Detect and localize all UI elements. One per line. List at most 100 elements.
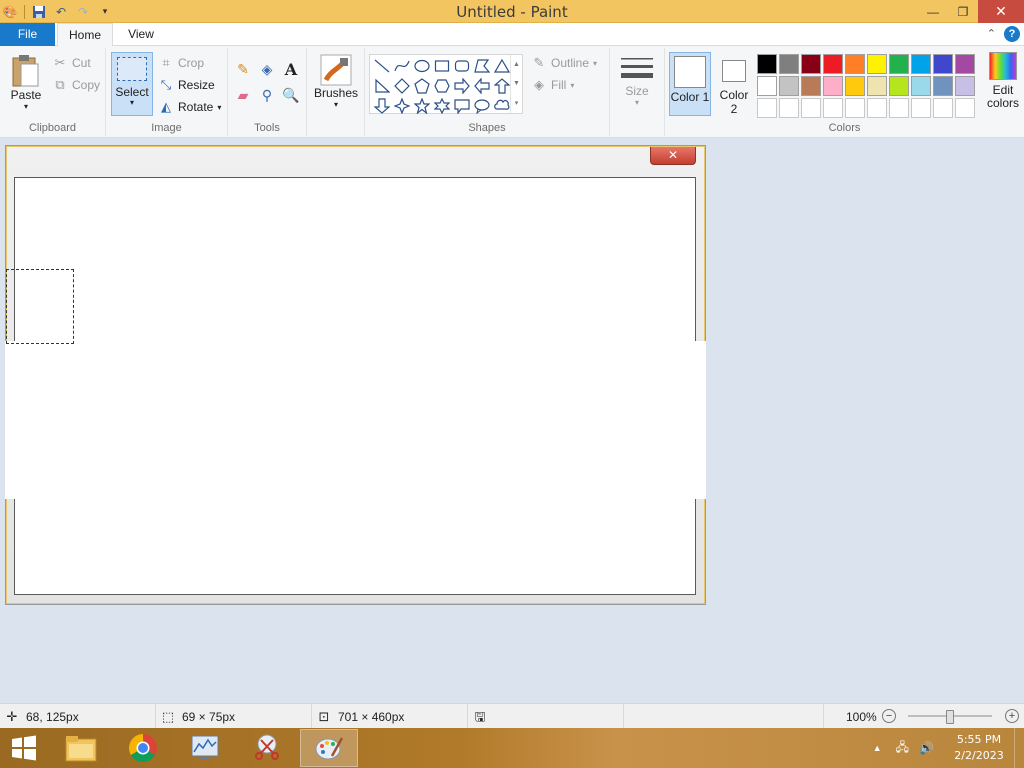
color-swatch[interactable] — [801, 54, 821, 74]
fill-button[interactable]: ◈ Fill ▾ — [531, 76, 574, 94]
color-picker-icon[interactable]: ⚲ — [258, 86, 276, 104]
color-swatch[interactable] — [823, 98, 843, 118]
tab-file[interactable]: File — [0, 23, 55, 46]
zoom-slider-thumb[interactable] — [946, 710, 954, 724]
color-swatch[interactable] — [757, 54, 777, 74]
show-hidden-icons-icon[interactable]: ▲ — [873, 743, 882, 753]
text-icon[interactable]: A — [282, 60, 300, 79]
triangle-shape-icon[interactable] — [492, 56, 512, 76]
color-swatch[interactable] — [867, 98, 887, 118]
color-swatch[interactable] — [911, 54, 931, 74]
eraser-icon[interactable]: ▰ — [234, 86, 252, 104]
tab-view[interactable]: View — [115, 23, 167, 46]
canvas-overlap-area[interactable] — [5, 341, 706, 499]
magnifier-icon[interactable]: 🔍 — [282, 86, 300, 104]
color-swatch[interactable] — [933, 54, 953, 74]
rotate-button[interactable]: ◭ Rotate ▾ — [158, 98, 221, 116]
color-swatch[interactable] — [867, 76, 887, 96]
tab-home[interactable]: Home — [57, 23, 113, 47]
four-point-star-shape-icon[interactable] — [392, 96, 412, 116]
paste-button[interactable]: Paste ▾ — [6, 54, 46, 111]
oval-callout-shape-icon[interactable] — [472, 96, 492, 116]
diamond-shape-icon[interactable] — [392, 76, 412, 96]
file-explorer-taskbar-button[interactable] — [52, 729, 110, 767]
color-swatch[interactable] — [955, 98, 975, 118]
right-arrow-shape-icon[interactable] — [452, 76, 472, 96]
chrome-taskbar-button[interactable] — [114, 729, 172, 767]
color1-button[interactable]: Color 1 — [669, 52, 711, 116]
curve-shape-icon[interactable] — [392, 56, 412, 76]
close-button[interactable]: ✕ — [978, 0, 1024, 23]
color-swatch[interactable] — [779, 76, 799, 96]
restore-button[interactable]: ❐ — [948, 0, 978, 23]
color-swatch[interactable] — [779, 54, 799, 74]
color-swatch[interactable] — [757, 98, 777, 118]
zoom-out-icon[interactable]: − — [882, 709, 896, 723]
select-button[interactable]: Select ▾ — [111, 52, 153, 116]
down-arrow-shape-icon[interactable] — [372, 96, 392, 116]
minimize-ribbon-icon[interactable]: ⌃ — [987, 27, 996, 40]
fill-icon[interactable]: ◈ — [258, 60, 276, 78]
rectangle-shape-icon[interactable] — [432, 56, 452, 76]
color-swatch[interactable] — [889, 98, 909, 118]
up-arrow-shape-icon[interactable] — [492, 76, 512, 96]
color-swatch[interactable] — [933, 98, 953, 118]
color2-button[interactable]: Color 2 — [715, 52, 753, 116]
start-button[interactable] — [0, 728, 48, 768]
color-swatch[interactable] — [801, 98, 821, 118]
color-swatch[interactable] — [889, 54, 909, 74]
scroll-up-icon[interactable]: ▲ — [513, 61, 520, 68]
color-swatch[interactable] — [955, 54, 975, 74]
polygon-shape-icon[interactable] — [472, 56, 492, 76]
color-swatch[interactable] — [867, 54, 887, 74]
network-icon[interactable]: 🖧 — [896, 738, 909, 759]
brushes-button[interactable]: Brushes ▾ — [314, 54, 358, 109]
pentagon-shape-icon[interactable] — [412, 76, 432, 96]
color-swatch[interactable] — [823, 76, 843, 96]
cut-button[interactable]: ✂ Cut — [52, 54, 91, 72]
left-arrow-shape-icon[interactable] — [472, 76, 492, 96]
color-swatch[interactable] — [889, 76, 909, 96]
color-swatch[interactable] — [955, 76, 975, 96]
edit-colors-button[interactable]: Edit colors — [985, 52, 1021, 110]
line-shape-icon[interactable] — [372, 56, 392, 76]
five-point-star-shape-icon[interactable] — [412, 96, 432, 116]
color-swatch[interactable] — [845, 98, 865, 118]
six-point-star-shape-icon[interactable] — [432, 96, 452, 116]
minimize-button[interactable]: — — [918, 0, 948, 23]
color-swatch[interactable] — [779, 98, 799, 118]
expand-gallery-icon[interactable]: ▾ — [515, 99, 519, 107]
outline-button[interactable]: ✎ Outline ▾ — [531, 54, 598, 72]
copy-button[interactable]: ⧉ Copy — [52, 76, 100, 94]
overlay-close-button[interactable]: ✕ — [650, 147, 696, 165]
color-swatch[interactable] — [933, 76, 953, 96]
crop-button[interactable]: ⌗ Crop — [158, 54, 204, 72]
shapes-scrollbar[interactable]: ▲ ▼ ▾ — [510, 55, 522, 113]
cloud-callout-shape-icon[interactable] — [492, 96, 512, 116]
color-swatch[interactable] — [911, 98, 931, 118]
zoom-in-icon[interactable]: + — [1005, 709, 1019, 723]
clock[interactable]: 5:55 PM 2/2/2023 — [944, 732, 1014, 764]
volume-icon[interactable]: 🔊 — [919, 741, 934, 755]
hexagon-shape-icon[interactable] — [432, 76, 452, 96]
help-icon[interactable]: ? — [1004, 26, 1020, 42]
color-swatch[interactable] — [911, 76, 931, 96]
paint-taskbar-button[interactable] — [300, 729, 358, 767]
pencil-icon[interactable]: ✎ — [234, 60, 252, 78]
size-button[interactable]: Size ▾ — [618, 54, 656, 107]
rect-callout-shape-icon[interactable] — [452, 96, 472, 116]
color-swatch[interactable] — [823, 54, 843, 74]
resize-button[interactable]: ⤡ Resize — [158, 76, 215, 94]
color-swatch[interactable] — [845, 76, 865, 96]
selection-rectangle[interactable] — [6, 269, 74, 344]
right-triangle-shape-icon[interactable] — [372, 76, 392, 96]
oval-shape-icon[interactable] — [412, 56, 432, 76]
color-swatch[interactable] — [757, 76, 777, 96]
rounded-rectangle-shape-icon[interactable] — [452, 56, 472, 76]
color-swatch[interactable] — [801, 76, 821, 96]
performance-monitor-taskbar-button[interactable] — [176, 729, 234, 767]
scroll-down-icon[interactable]: ▼ — [513, 80, 520, 87]
snipping-tool-taskbar-button[interactable] — [238, 729, 296, 767]
color-swatch[interactable] — [845, 54, 865, 74]
show-desktop-button[interactable] — [1014, 728, 1024, 768]
